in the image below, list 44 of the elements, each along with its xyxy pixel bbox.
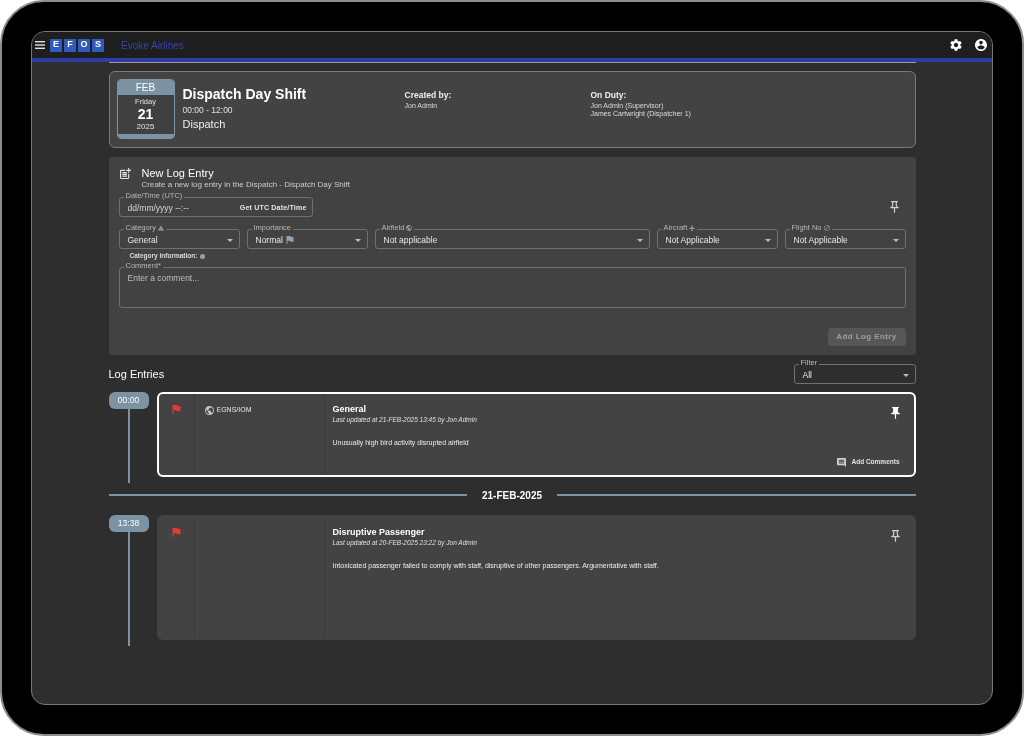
menu-icon[interactable]: [35, 41, 45, 49]
panel-subtitle: Create a new log entry in the Dispatch - Dispatch Day Shift: [141, 180, 351, 190]
blocked-icon: [823, 225, 830, 231]
shift-hours: 00:00 - 12:00: [182, 105, 234, 116]
pin-icon[interactable]: [890, 530, 900, 542]
caret-icon: [226, 238, 233, 242]
month-label: FEB: [117, 80, 174, 95]
caret-icon: [902, 373, 909, 377]
section-title: Log Entries: [108, 366, 165, 382]
comment-icon: [837, 457, 847, 467]
caret-icon: [764, 238, 771, 242]
warning-icon: [157, 225, 164, 231]
globe-icon: [406, 225, 413, 231]
department-name: Dispatch: [182, 117, 227, 131]
day-number: 21: [136, 106, 155, 122]
shift-title: Dispatch Day Shift: [182, 85, 308, 103]
comment-field[interactable]: Enter a comment...: [118, 267, 906, 308]
entry-title: General: [332, 403, 368, 415]
airline-name: Evoke Airlines: [121, 38, 184, 53]
settings-icon[interactable]: [950, 39, 962, 51]
panel-title: New Log Entry: [141, 166, 215, 180]
logo-letter: S: [92, 38, 104, 52]
flag-icon: [285, 236, 294, 244]
entry-time: 00:00: [108, 392, 149, 409]
created-by-label: Created by:: [404, 90, 453, 101]
globe-icon: [204, 405, 214, 415]
info-icon[interactable]: [200, 253, 206, 259]
year-label: 2025: [135, 122, 156, 132]
logo-letter: O: [78, 38, 90, 52]
logo-letter: F: [64, 38, 76, 52]
plane-icon: [689, 225, 696, 231]
logo-letter: E: [50, 38, 62, 52]
entry-title: Disruptive Passenger: [332, 526, 426, 538]
caret-icon: [892, 238, 899, 242]
account-icon[interactable]: [975, 39, 987, 51]
on-duty-label: On Duty:: [590, 90, 628, 101]
caret-icon: [636, 238, 643, 242]
caret-icon: [354, 238, 361, 242]
pinned-icon[interactable]: [890, 407, 900, 419]
date-divider-label: 21-FEB-2025: [482, 488, 542, 503]
post-add-icon: [119, 168, 131, 179]
pin-icon[interactable]: [889, 201, 899, 213]
entry-time: 13:38: [108, 515, 149, 532]
dropdown[interactable]: Not applicable: [374, 229, 650, 249]
